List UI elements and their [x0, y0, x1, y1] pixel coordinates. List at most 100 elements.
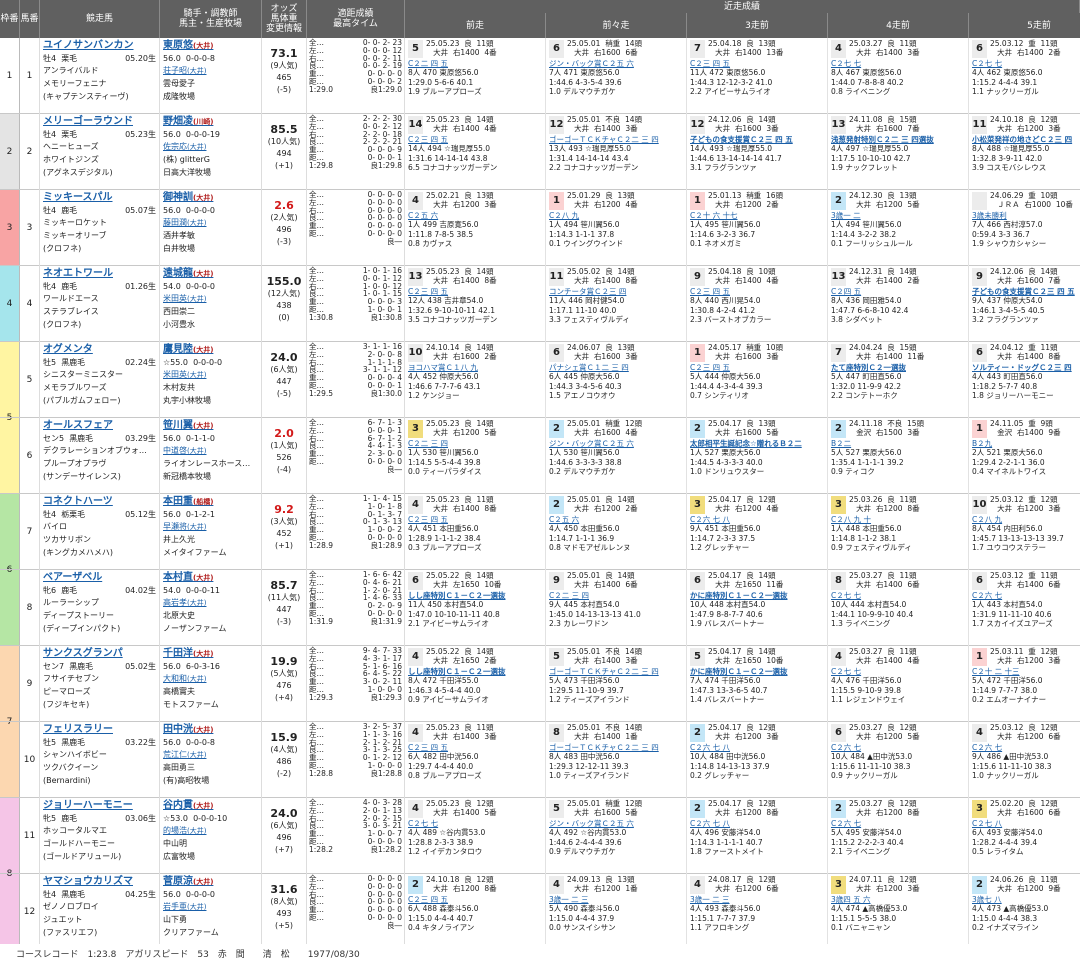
- jockey-name-link[interactable]: 本村直(大井): [163, 572, 258, 585]
- race-name-link[interactable]: ゴーゴーＴＣＫチャＣ２二 三 四: [549, 667, 659, 676]
- trainer-name-link[interactable]: 荘子昭(大井): [163, 65, 258, 78]
- horse-name-link[interactable]: ユイノサンバンカン: [43, 40, 156, 53]
- horse-name-link[interactable]: サンクスグランパ: [43, 648, 156, 661]
- horse-name-link[interactable]: ミッキースパル: [43, 192, 156, 205]
- trainer-name-link[interactable]: 佐宗応(大井): [163, 141, 258, 154]
- race-name-link[interactable]: 小松菜発祥の地さどＣ２三 四: [972, 135, 1072, 144]
- trainer-name-link[interactable]: 大和和(大井): [163, 673, 258, 686]
- race-name-link[interactable]: C２七 七: [831, 667, 861, 676]
- horse-name-link[interactable]: メリーゴーラウンド: [43, 116, 156, 129]
- race-name-link[interactable]: C２三 四 五: [690, 59, 730, 68]
- race-name-link[interactable]: かに座特別Ｃ１－Ｃ２一選抜: [690, 591, 788, 600]
- jockey-name-link[interactable]: 野畑凌(川崎): [163, 116, 258, 129]
- race-name-link[interactable]: ヨコハマ賞Ｃ１八 九: [408, 363, 478, 372]
- trainer-name-link[interactable]: 中道啓(大井): [163, 445, 258, 458]
- race-name-link[interactable]: C２六 七 八: [690, 515, 730, 524]
- header-past-1: 前走: [405, 13, 546, 38]
- horse-name-link[interactable]: オールスフェア: [43, 420, 156, 433]
- race-name-link[interactable]: C２六 七: [831, 819, 861, 828]
- race-name-link[interactable]: 浅葱発射特別Ｃ２二 三 四選抜: [831, 135, 934, 144]
- horse-name-link[interactable]: ヤマショウカリズマ: [43, 876, 156, 889]
- horse-name-link[interactable]: オグメンタ: [43, 344, 156, 357]
- race-name-link[interactable]: ゴーゴーＴＣＫチャＣ２二 三 四: [549, 743, 659, 752]
- race-name-link[interactable]: C２八 九: [972, 515, 1002, 524]
- race-name-link[interactable]: しし座特別Ｃ１－Ｃ２一選抜: [408, 591, 506, 600]
- jockey-name-link[interactable]: 本田重(船橋): [163, 496, 258, 509]
- jockey-name-link[interactable]: 千田洋(大井): [163, 648, 258, 661]
- race-name-link[interactable]: かに座特別Ｃ１－Ｃ２一選抜: [690, 667, 788, 676]
- race-name-link[interactable]: C２七 七: [831, 59, 861, 68]
- race-name-link[interactable]: C２三 四 五: [408, 135, 448, 144]
- trainer-name-link[interactable]: 米田英(大井): [163, 293, 258, 306]
- race-name-link[interactable]: C２六 七: [831, 743, 861, 752]
- horse-name-link[interactable]: ジョリーハーモニー: [43, 800, 156, 813]
- race-name-link[interactable]: 3歳七 八: [972, 895, 1002, 904]
- race-name-link[interactable]: C２二 三 四: [549, 591, 589, 600]
- horse-name-link[interactable]: フェリスラリー: [43, 724, 156, 737]
- race-name-link[interactable]: 3歳一 二: [831, 211, 861, 220]
- trainer-name-link[interactable]: 荒江仁(大井): [163, 749, 258, 762]
- gate-number: 9番: [1048, 884, 1061, 894]
- race-name-link[interactable]: たて座特別Ｃ２一選抜: [831, 363, 906, 372]
- race-name-link[interactable]: ジン・バック賞Ｃ２五 六: [549, 439, 634, 448]
- race-name-link[interactable]: ソルティー・ドッグＣ２三 四: [972, 363, 1072, 372]
- trainer-name-link[interactable]: 米田英(大井): [163, 369, 258, 382]
- race-name-link[interactable]: C２三 四 五: [408, 515, 448, 524]
- trainer-name-link[interactable]: 早瀬将(大井): [163, 521, 258, 534]
- race-name-link[interactable]: C２七 七: [831, 591, 861, 600]
- race-name-link[interactable]: C２三 四 五: [408, 287, 448, 296]
- race-name-link[interactable]: C２十 六 十七: [690, 211, 738, 220]
- race-name-link[interactable]: C２三 四 五: [408, 743, 448, 752]
- race-name-link[interactable]: C２六 七 八: [690, 743, 730, 752]
- trainer-name-link[interactable]: 的場浩(大井): [163, 825, 258, 838]
- race-name-link[interactable]: ジン・バック賞Ｃ２五 六: [549, 59, 634, 68]
- trainer-name-link[interactable]: 藤田潤(大井): [163, 217, 258, 230]
- race-name-link[interactable]: C２七 七: [408, 819, 438, 828]
- race-name-link[interactable]: しし座特別Ｃ１－Ｃ２一選抜: [408, 667, 506, 676]
- race-name-link[interactable]: 3歳未勝利: [972, 211, 1007, 220]
- race-name-link[interactable]: 3歳一 二 三: [690, 895, 730, 904]
- track-record-line: 1:29.5 良1:30.0: [309, 389, 402, 398]
- race-name-link[interactable]: ジン・バック賞Ｃ２五 六: [549, 819, 634, 828]
- race-name-link[interactable]: 子どもの食支援賞Ｃ２三 四 五: [972, 287, 1075, 296]
- race-name-link[interactable]: C２三 四 五: [690, 363, 730, 372]
- race-name-link[interactable]: C２六 七: [972, 743, 1002, 752]
- horse-name-link[interactable]: ネオエトワール: [43, 268, 156, 281]
- jockey-name-link[interactable]: 田中洸(大井): [163, 724, 258, 737]
- race-name-link[interactable]: C２十 二 十三: [972, 667, 1020, 676]
- race-name-link[interactable]: C２五 六: [408, 211, 438, 220]
- race-name-link[interactable]: C２七 八: [972, 819, 1002, 828]
- jockey-name-link[interactable]: 遠城龍(大井): [163, 268, 258, 281]
- race-name-link[interactable]: ゴーゴーＴＣＫチャＣ２二 三 四: [549, 135, 659, 144]
- jockey-name-link[interactable]: 谷内貫(大井): [163, 800, 258, 813]
- trainer-name-link[interactable]: 岩手亜(大井): [163, 901, 258, 914]
- race-name-link[interactable]: 太郎相平生誕記念☆贈れるＢ２二: [690, 439, 802, 448]
- race-name-link[interactable]: C２五 六: [549, 515, 579, 524]
- race-name-link[interactable]: C２二 四 五: [408, 59, 448, 68]
- jockey-name-link[interactable]: 菅原涼(大井): [163, 876, 258, 889]
- jockey-name-link[interactable]: 御神訓(大井): [163, 192, 258, 205]
- race-name-link[interactable]: C２三 四 五: [408, 895, 448, 904]
- jockey-name-link[interactable]: 東原悠(大井): [163, 40, 258, 53]
- race-name-link[interactable]: コンチータ賞Ｃ２三 四: [549, 287, 626, 296]
- race-name-link[interactable]: C２八 九: [549, 211, 579, 220]
- race-name-link[interactable]: 子どもの食支援賞Ｃ２三 四 五: [690, 135, 793, 144]
- trainer-name-link[interactable]: 高岩孝(大井): [163, 597, 258, 610]
- race-name-link[interactable]: C２八 九 十: [831, 515, 871, 524]
- jockey-name-link[interactable]: 鷹見陸(大井): [163, 344, 258, 357]
- race-name-link[interactable]: 3歳四 五 六: [831, 895, 871, 904]
- horse-name-link[interactable]: コネクトハーツ: [43, 496, 156, 509]
- race-name-link[interactable]: パナシェ賞Ｃ１二 三 四: [549, 363, 629, 372]
- jockey-name-link[interactable]: 笹川翼(大井): [163, 420, 258, 433]
- race-name-link[interactable]: C２六 七: [972, 591, 1002, 600]
- horse-name-link[interactable]: ベアーザベル: [43, 572, 156, 585]
- race-name-link[interactable]: B２二: [831, 439, 851, 448]
- race-name-link[interactable]: C２二 三 四: [408, 439, 448, 448]
- race-name-link[interactable]: 3歳一 二 三: [549, 895, 589, 904]
- race-name-link[interactable]: C２四 五: [831, 287, 861, 296]
- race-name-link[interactable]: C２三 四 五: [690, 287, 730, 296]
- race-name-link[interactable]: B２九: [972, 439, 992, 448]
- race-name-link[interactable]: C２六 七 八: [690, 819, 730, 828]
- race-name-link[interactable]: C２七 七: [972, 59, 1002, 68]
- horse-sex: 牡4: [43, 53, 57, 63]
